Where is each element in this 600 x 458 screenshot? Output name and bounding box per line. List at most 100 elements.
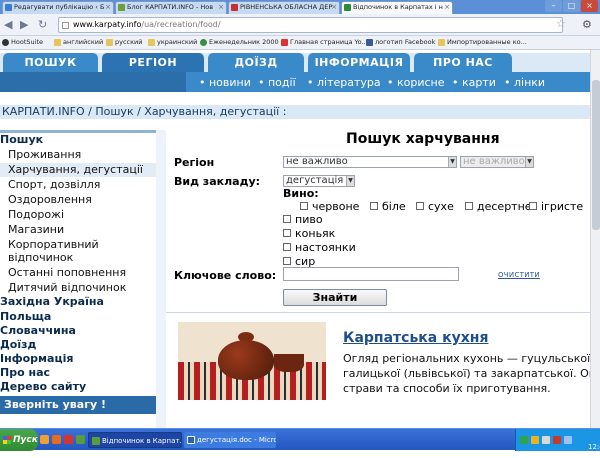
- nav-tab-directions[interactable]: ДОЇЗД: [208, 53, 304, 72]
- taskbar-window-browser[interactable]: Відпочинок в Карпат...: [88, 432, 182, 448]
- type-select[interactable]: дегустація ▼: [283, 175, 355, 187]
- sidebar-section-poland[interactable]: Польща: [0, 310, 51, 324]
- quicklaunch-icon[interactable]: [40, 435, 49, 444]
- bookmark-imported[interactable]: Импортированные ко...: [438, 37, 527, 48]
- article-image[interactable]: [178, 322, 326, 400]
- minimize-icon[interactable]: –: [545, 0, 562, 12]
- browser-tab-4[interactable]: Відпочинок в Карпатах і н ×: [341, 1, 453, 14]
- taskbar-window-word[interactable]: дегустація.doc - Micros...: [184, 432, 276, 448]
- bookmark-russian[interactable]: русский: [106, 37, 143, 48]
- browser-tab-2[interactable]: Блог КАРПАТИ.INFO - Нов ×: [115, 1, 227, 14]
- checkbox-sparkling-wine[interactable]: ігристе: [529, 200, 583, 213]
- close-window-icon[interactable]: ×: [581, 0, 598, 12]
- maximize-icon[interactable]: □: [563, 0, 580, 12]
- sidebar-section-sitemap[interactable]: Дерево сайту: [0, 380, 86, 394]
- clear-link[interactable]: ОЧИСТИТИ: [498, 270, 540, 280]
- checkbox-white-wine[interactable]: біле: [370, 200, 406, 213]
- subnav-literature[interactable]: • література: [307, 76, 381, 89]
- subnav-maps[interactable]: • карти: [452, 76, 496, 89]
- window-controls: – □ ×: [545, 0, 598, 13]
- reload-icon[interactable]: ↻: [38, 18, 47, 32]
- checkbox-box[interactable]: [465, 202, 473, 210]
- checkbox-dry-wine[interactable]: сухе: [416, 200, 454, 213]
- article-title-link[interactable]: Карпатська кухня: [343, 330, 488, 346]
- page-content: ПОШУК РЕГІОН ДОЇЗД ІНФОРМАЦІЯ ПРО НАС • …: [0, 50, 600, 428]
- nav-tab-search[interactable]: ПОШУК: [3, 53, 98, 72]
- network-icon[interactable]: [564, 436, 572, 444]
- bookmark-facebook[interactable]: логотип Facebook: [366, 37, 435, 48]
- nav-tab-about[interactable]: ПРО НАС: [414, 53, 512, 72]
- checkbox-red-wine[interactable]: червоне: [300, 200, 359, 213]
- region-select[interactable]: не важливо ▼: [283, 156, 457, 168]
- checkbox-box[interactable]: [283, 257, 291, 265]
- tray-icon[interactable]: [531, 436, 539, 444]
- bookmark-hootsuite[interactable]: HootSuite: [2, 37, 43, 48]
- sidebar-item-shops[interactable]: Магазини: [8, 223, 64, 237]
- close-tab-icon[interactable]: ×: [444, 2, 450, 13]
- chrome-icon[interactable]: [76, 435, 85, 444]
- sidebar-section-directions[interactable]: Доїзд: [0, 338, 36, 352]
- taskbar-window-label: Відпочинок в Карпат...: [102, 437, 182, 445]
- checkbox-box[interactable]: [283, 215, 291, 223]
- sidebar-item-sport[interactable]: Спорт, дозвілля: [8, 178, 100, 192]
- keyword-input[interactable]: [283, 267, 459, 281]
- sidebar-item-latest[interactable]: Останні поповнення: [8, 266, 126, 280]
- checkbox-box[interactable]: [283, 243, 291, 251]
- browser-tab-1[interactable]: Редагувати публікацію ‹ Б ×: [2, 1, 114, 14]
- tab-title: Редагувати публікацію ‹ Б: [14, 3, 105, 11]
- close-tab-icon[interactable]: ×: [105, 2, 111, 13]
- sidebar-section-about[interactable]: Про нас: [0, 366, 50, 380]
- sidebar-search-title[interactable]: Пошук: [0, 133, 43, 147]
- checkbox-dessert-wine[interactable]: десертне: [465, 200, 532, 213]
- wrench-icon[interactable]: ⚙: [582, 18, 592, 31]
- sidebar-section-western-ukraine[interactable]: Західна Україна: [0, 295, 104, 309]
- checkbox-beer[interactable]: пиво: [283, 213, 323, 226]
- sidebar-item-food[interactable]: Харчування, дегустації: [0, 163, 156, 177]
- checkbox-box[interactable]: [416, 202, 424, 210]
- sidebar-item-travel[interactable]: Подорожі: [8, 208, 64, 222]
- sidebar-section-slovakia[interactable]: Словаччина: [0, 324, 76, 338]
- checkbox-label: ігристе: [541, 200, 584, 213]
- bookmark-english[interactable]: английский: [54, 37, 103, 48]
- bookmark-youtube[interactable]: Главная страница Yo...: [281, 37, 368, 48]
- start-button[interactable]: Пуск: [0, 429, 38, 451]
- address-bar[interactable]: www.karpaty.info/ua/recreation/food/: [58, 17, 563, 33]
- sidebar-item-accommodation[interactable]: Проживання: [8, 148, 81, 162]
- bookmark-ukrainian[interactable]: украинский: [148, 37, 197, 48]
- tray-icon[interactable]: [553, 436, 561, 444]
- tray-icon[interactable]: [520, 436, 528, 444]
- close-tab-icon[interactable]: ×: [218, 2, 224, 13]
- volume-icon[interactable]: [542, 436, 550, 444]
- scrollbar-thumb[interactable]: [592, 80, 600, 230]
- close-tab-icon[interactable]: ×: [331, 2, 337, 13]
- checkbox-cognac[interactable]: коньяк: [283, 227, 335, 240]
- checkbox-box[interactable]: [370, 202, 378, 210]
- checkbox-box[interactable]: [529, 202, 537, 210]
- subnav-useful[interactable]: • корисне: [387, 76, 445, 89]
- firefox-icon[interactable]: [52, 435, 61, 444]
- sidebar-item-health[interactable]: Оздоровлення: [8, 193, 92, 207]
- bookmark-label: Импортированные ко...: [447, 38, 527, 46]
- sidebar-item-kids[interactable]: Дитячий відпочинок: [8, 281, 126, 295]
- sidebar-item-corporate[interactable]: Корпоративний: [8, 238, 99, 252]
- bookmark-star-icon[interactable]: ☆: [556, 17, 566, 30]
- vertical-scrollbar[interactable]: [590, 50, 600, 428]
- checkbox-liqueurs[interactable]: настоянки: [283, 241, 356, 254]
- sidebar-item-corporate-2[interactable]: відпочинок: [8, 251, 73, 265]
- sidebar-section-information[interactable]: Інформація: [0, 352, 73, 366]
- checkbox-box[interactable]: [300, 202, 308, 210]
- subnav-events[interactable]: • події: [258, 76, 296, 89]
- start-label: Пуск: [13, 435, 38, 445]
- checkbox-box[interactable]: [283, 229, 291, 237]
- opera-icon[interactable]: [64, 435, 73, 444]
- checkbox-label: пиво: [295, 213, 323, 226]
- browser-tab-3[interactable]: РІВНЕНСЬКА ОБЛАСНА ДЕР ×: [228, 1, 340, 14]
- forward-arrow-icon[interactable]: ▶: [20, 18, 28, 32]
- subnav-links[interactable]: • лінки: [504, 76, 545, 89]
- find-button[interactable]: Знайти: [283, 289, 387, 306]
- bookmark-weekly[interactable]: Еженедельник 2000: [200, 37, 279, 48]
- nav-tab-region[interactable]: РЕГІОН: [102, 53, 204, 72]
- nav-tab-information[interactable]: ІНФОРМАЦІЯ: [308, 53, 410, 72]
- subnav-news[interactable]: • новини: [199, 76, 251, 89]
- back-arrow-icon[interactable]: ◀: [4, 18, 12, 32]
